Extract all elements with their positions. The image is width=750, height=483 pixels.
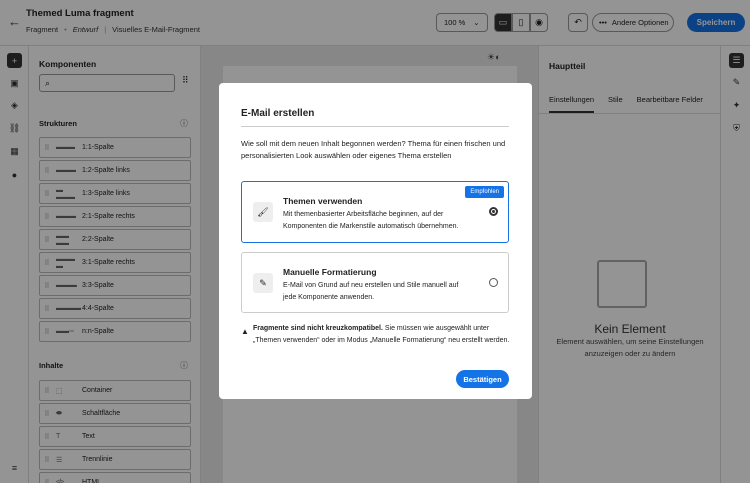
paintbrush-icon: 🖌 xyxy=(253,202,273,222)
option-manual-formatting[interactable]: ✎ Manuelle Formatierung E-Mail von Grund… xyxy=(241,252,509,313)
edit-icon: ✎ xyxy=(253,273,273,293)
warning-bold: Fragmente sind nicht kreuzkompatibel. xyxy=(253,325,383,332)
warning-message: Fragmente sind nicht kreuzkompatibel. Si… xyxy=(253,323,515,347)
radio-manual-formatting[interactable] xyxy=(489,278,498,287)
option-title: Themen verwenden xyxy=(283,196,363,206)
dialog-description: Wie soll mit dem neuen Inhalt begonnen w… xyxy=(241,139,506,160)
create-email-dialog: E-Mail erstellen Wie soll mit dem neuen … xyxy=(219,83,532,399)
option-text: E-Mail von Grund auf neu erstellen und S… xyxy=(283,282,459,301)
confirm-button[interactable]: Bestätigen xyxy=(456,370,509,388)
radio-use-themes[interactable] xyxy=(489,207,498,216)
option-text: Mit themenbasierter Arbeitsfläche beginn… xyxy=(283,211,459,230)
warning-icon: ▲ xyxy=(241,327,249,336)
option-use-themes[interactable]: 🖌 Themen verwenden Mit themenbasierter A… xyxy=(241,181,509,243)
dialog-title: E-Mail erstellen xyxy=(241,108,315,119)
option-title: Manuelle Formatierung xyxy=(283,267,377,277)
recommended-badge: Empfohlen xyxy=(465,186,504,198)
divider xyxy=(241,126,509,127)
